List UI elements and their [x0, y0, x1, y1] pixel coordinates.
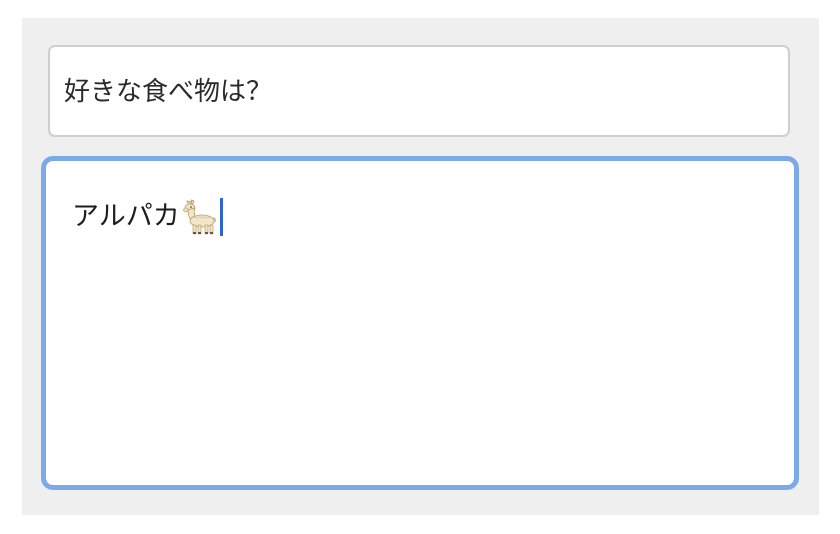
text-caret: [219, 198, 223, 236]
answer-text: アルパカ: [72, 201, 180, 232]
answer-line: アルパカ: [72, 197, 223, 237]
question-field[interactable]: 好きな食べ物は？: [48, 45, 790, 137]
question-text: 好きな食べ物は？: [64, 77, 273, 107]
llama-icon: [182, 198, 218, 236]
answer-textarea[interactable]: アルパカ: [41, 156, 799, 490]
